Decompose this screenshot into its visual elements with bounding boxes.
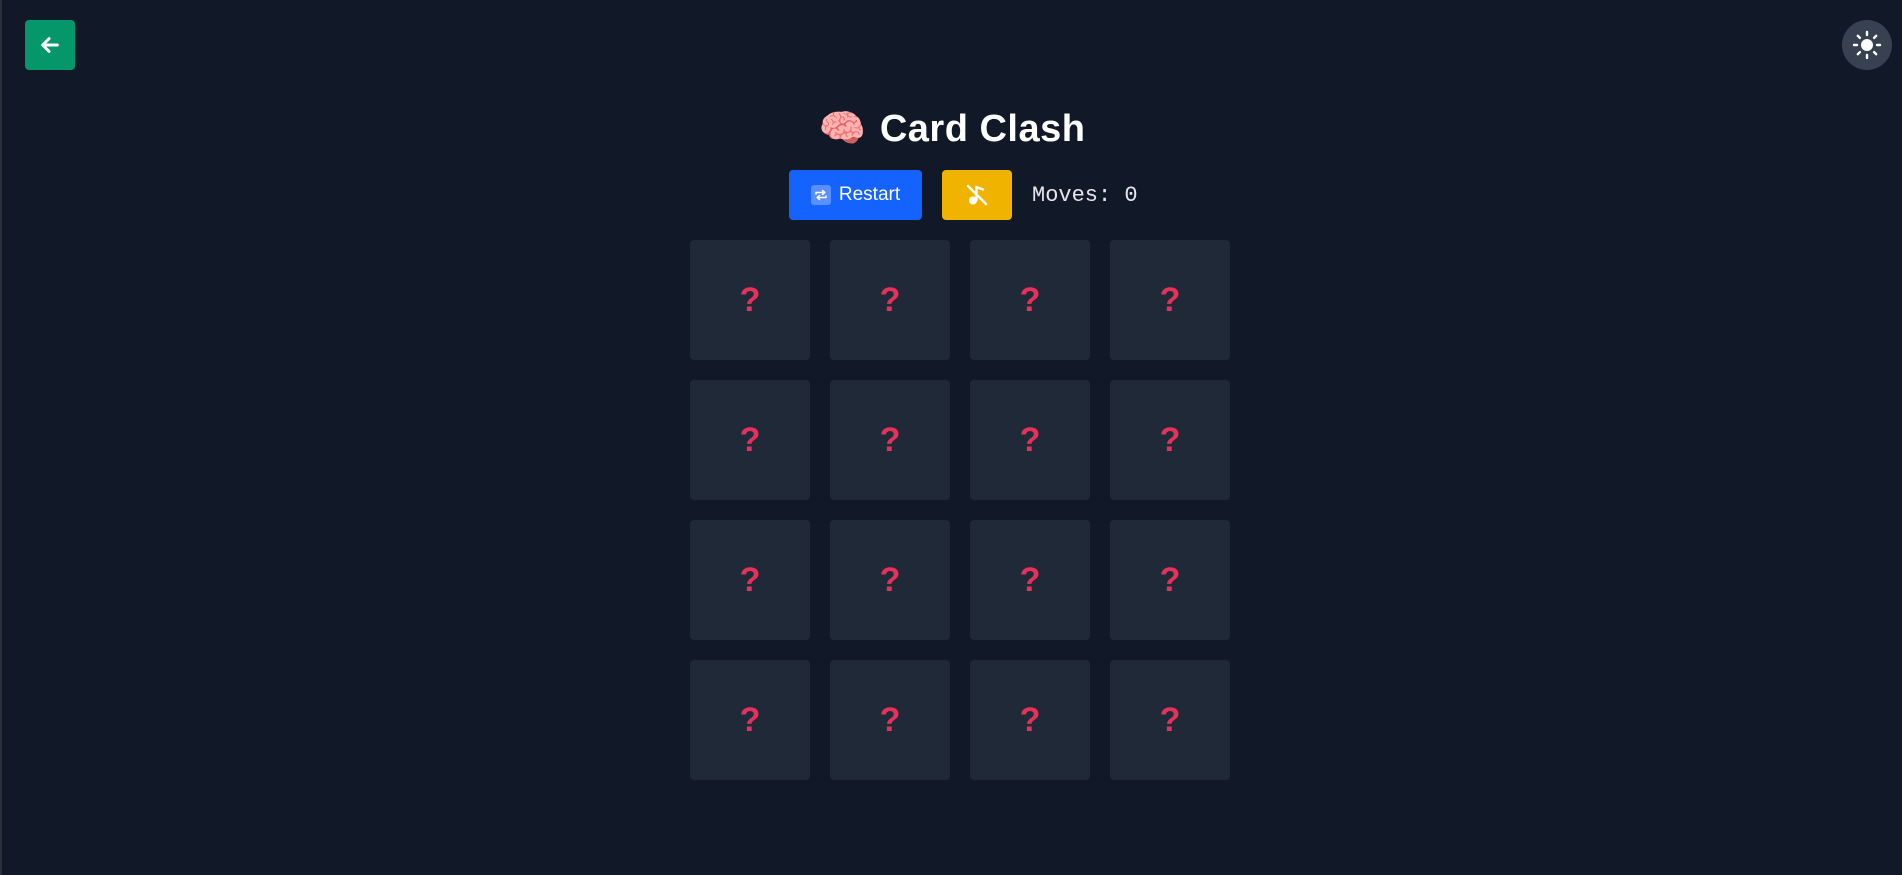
- memory-card[interactable]: ?: [690, 520, 810, 640]
- question-mark-icon: ?: [1019, 701, 1041, 739]
- memory-card[interactable]: ?: [690, 240, 810, 360]
- question-mark-icon: ?: [1159, 281, 1181, 319]
- question-mark-icon: ?: [739, 281, 761, 319]
- page-title: 🧠 Card Clash: [2, 104, 1902, 154]
- moves-counter: Moves: 0: [1032, 182, 1138, 208]
- memory-card[interactable]: ?: [970, 660, 1090, 780]
- restart-button[interactable]: Restart: [789, 170, 922, 220]
- question-mark-icon: ?: [1159, 421, 1181, 459]
- theme-toggle-button[interactable]: [1842, 20, 1892, 70]
- question-mark-icon: ?: [879, 561, 901, 599]
- repeat-icon: [810, 185, 831, 205]
- memory-card[interactable]: ?: [830, 660, 950, 780]
- card-grid: ????????????????: [690, 240, 1230, 780]
- question-mark-icon: ?: [879, 421, 901, 459]
- question-mark-icon: ?: [739, 421, 761, 459]
- arrow-left-icon: [41, 37, 59, 53]
- question-mark-icon: ?: [1159, 561, 1181, 599]
- memory-card[interactable]: ?: [1110, 520, 1230, 640]
- app-frame: 🧠 Card Clash Restart Moves: 0 ??????????…: [0, 0, 1902, 875]
- memory-card[interactable]: ?: [830, 380, 950, 500]
- game-controls: Restart Moves: 0: [789, 170, 1138, 220]
- memory-card[interactable]: ?: [1110, 240, 1230, 360]
- music-off-icon: [966, 184, 988, 206]
- mute-button[interactable]: [942, 170, 1012, 220]
- memory-card[interactable]: ?: [1110, 660, 1230, 780]
- question-mark-icon: ?: [739, 701, 761, 739]
- sun-icon: [1852, 30, 1882, 60]
- question-mark-icon: ?: [1019, 281, 1041, 319]
- memory-card[interactable]: ?: [970, 240, 1090, 360]
- question-mark-icon: ?: [1019, 561, 1041, 599]
- memory-card[interactable]: ?: [830, 240, 950, 360]
- memory-card[interactable]: ?: [830, 520, 950, 640]
- memory-card[interactable]: ?: [970, 380, 1090, 500]
- memory-card[interactable]: ?: [690, 380, 810, 500]
- question-mark-icon: ?: [879, 281, 901, 319]
- brain-icon: 🧠: [818, 108, 866, 150]
- game-title: Card Clash: [879, 107, 1086, 150]
- question-mark-icon: ?: [1019, 421, 1041, 459]
- restart-label: Restart: [838, 184, 901, 205]
- memory-card[interactable]: ?: [690, 660, 810, 780]
- question-mark-icon: ?: [879, 701, 901, 739]
- back-button[interactable]: [25, 20, 75, 70]
- question-mark-icon: ?: [1159, 701, 1181, 739]
- question-mark-icon: ?: [739, 561, 761, 599]
- memory-card[interactable]: ?: [970, 520, 1090, 640]
- memory-card[interactable]: ?: [1110, 380, 1230, 500]
